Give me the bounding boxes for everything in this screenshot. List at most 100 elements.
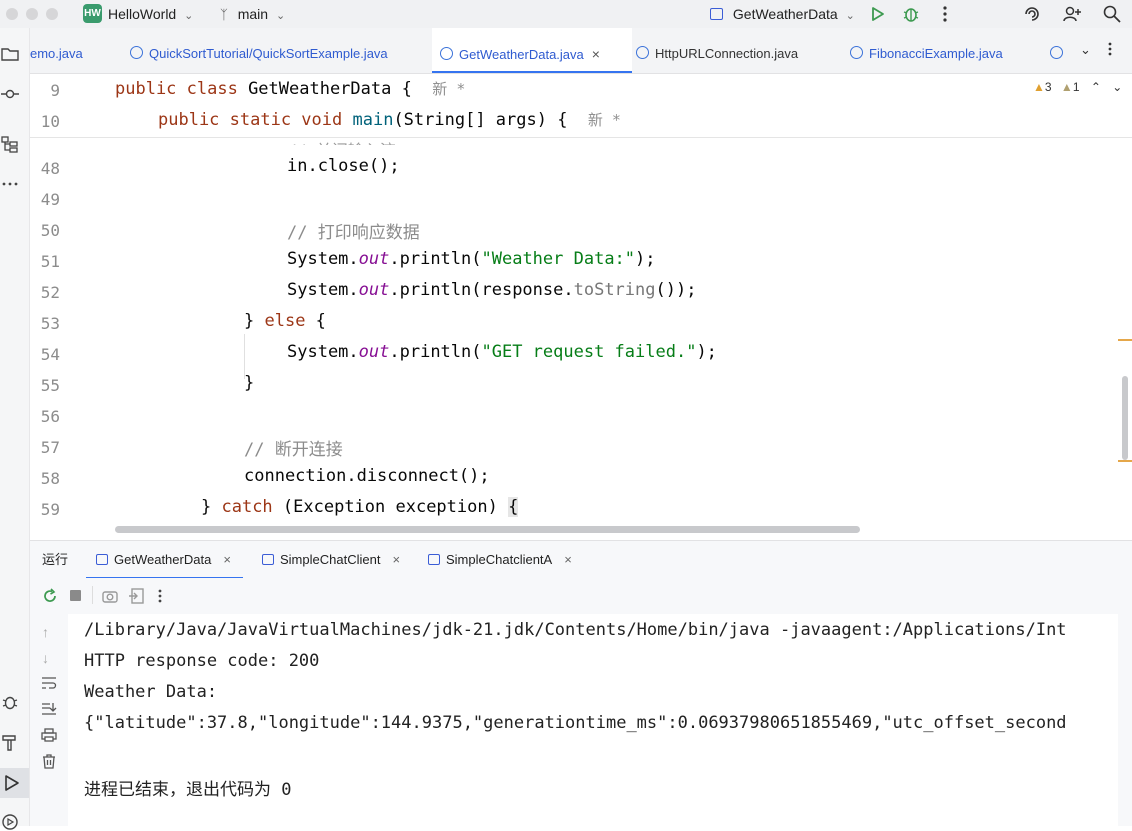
chevron-up-icon[interactable]: ⌃ (1091, 80, 1101, 94)
run-tool-icon (5, 775, 19, 791)
debug-icon[interactable] (901, 4, 921, 24)
code-comment: // 断开连接 (244, 440, 343, 460)
console-line: /Library/Java/JavaVirtualMachines/jdk-21… (84, 620, 1067, 640)
folder-icon[interactable] (1, 45, 19, 63)
soft-wrap-icon[interactable] (41, 676, 57, 690)
run-tab-label: SimpleChatClient (280, 552, 381, 567)
run-icon[interactable] (867, 4, 887, 24)
project-selector[interactable]: HelloWorld ⌄ (108, 5, 193, 23)
arrow-down-icon[interactable]: ↓ (42, 650, 49, 666)
tab-label: GetWeatherData.java (459, 47, 584, 62)
java-class-icon (1050, 46, 1063, 59)
tabs-more-icon[interactable] (1104, 40, 1116, 58)
window-zoom-button[interactable] (46, 8, 58, 20)
code-line: System.out.println("GET request failed."… (287, 342, 717, 362)
console-line: {"latitude":37.8,"longitude":144.9375,"g… (84, 713, 1067, 733)
chevron-down-icon[interactable]: ⌄ (1112, 80, 1122, 94)
line-number: 56 (40, 407, 60, 426)
run-tab-simplechatclienta[interactable]: SimpleChatclientA × (428, 541, 572, 579)
vertical-scrollbar-thumb[interactable] (1122, 376, 1128, 460)
git-branch-icon: ᛉ (220, 7, 228, 22)
more-vertical-icon[interactable] (154, 587, 166, 605)
tab-httpurlconnection[interactable]: HttpURLConnection.java (636, 28, 836, 73)
weak-warning-count: 1 (1072, 80, 1080, 94)
run-panel-header: 运行 GetWeatherData × SimpleChatClient × Sim… (30, 540, 1132, 579)
scroll-to-end-icon[interactable] (41, 702, 57, 716)
tab-quicksort-example[interactable]: QuickSortTutorial/QuickSortExample.java (130, 28, 430, 73)
horizontal-scrollbar-thumb[interactable] (115, 526, 860, 533)
stop-icon[interactable] (70, 590, 81, 601)
title-bar: HW HelloWorld ⌄ ᛉ main ⌄ GetWeatherData … (0, 0, 1132, 29)
line-number: 50 (40, 221, 60, 240)
tab-fibonacci-example[interactable]: FibonacciExample.java (850, 28, 1030, 73)
sticky-scope-header: 9 public class GetWeatherData { 新 * 10 p… (30, 74, 1132, 138)
run-toolbar (30, 578, 1132, 615)
arrow-up-icon[interactable]: ↑ (42, 624, 49, 640)
tab-overflow-class[interactable] (1050, 28, 1070, 73)
rerun-icon[interactable] (42, 588, 58, 604)
structure-icon[interactable] (1, 135, 19, 153)
console-output[interactable]: /Library/Java/JavaVirtualMachines/jdk-21… (68, 614, 1118, 826)
chevron-down-icon: ⌄ (184, 10, 194, 22)
console-line: HTTP response code: 200 (84, 651, 320, 671)
code-comment: // 打印响应数据 (287, 223, 420, 243)
trash-icon[interactable] (41, 754, 57, 769)
window-close-button[interactable] (6, 8, 18, 20)
services-icon[interactable] (1, 813, 19, 831)
tab-label: FibonacciExample.java (869, 46, 1003, 61)
code-line: } (244, 373, 255, 393)
branch-name: main (237, 6, 269, 22)
build-hammer-icon[interactable] (1, 733, 19, 751)
run-tab-getweatherdata[interactable]: GetWeatherData × (86, 541, 243, 579)
app-icon (710, 8, 723, 20)
left-tool-strip (0, 28, 30, 830)
debug-tool-icon[interactable] (1, 693, 19, 711)
tab-list-chevron-icon[interactable]: ⌄ (1080, 42, 1091, 58)
close-icon[interactable]: × (223, 552, 231, 567)
code-line: System.out.println(response.toString()); (287, 280, 697, 300)
editor-tab-bar: emo.java QuickSortTutorial/QuickSortExam… (30, 28, 1132, 74)
close-icon[interactable]: × (592, 46, 600, 62)
tab-label: emo.java (30, 46, 83, 61)
close-icon[interactable]: × (392, 552, 400, 567)
camera-icon[interactable] (102, 588, 118, 604)
add-user-icon[interactable] (1062, 4, 1082, 24)
window-minimize-button[interactable] (26, 8, 38, 20)
code-line: in.close(); (287, 156, 400, 176)
chevron-down-icon: ⌄ (275, 10, 286, 22)
commit-icon[interactable] (1, 85, 19, 103)
line-number: 49 (40, 190, 60, 209)
java-class-icon (440, 47, 453, 60)
inspection-widget[interactable]: ▲3 ▲1 ⌃ ⌄ (1033, 80, 1122, 94)
exit-icon[interactable] (129, 588, 145, 604)
close-icon[interactable]: × (564, 552, 572, 567)
scroll-marker (1118, 460, 1132, 462)
tab-demo-java[interactable]: emo.java (30, 28, 100, 73)
warning-count: 3 (1044, 80, 1052, 94)
sticky-line: public static void main(String[] args) {… (158, 110, 621, 130)
code-editor[interactable]: 48 in.close(); 49 50 // 打印响应数据 51 System… (30, 74, 1132, 540)
project-badge: HW (83, 4, 102, 23)
console-scrollbar[interactable] (1118, 614, 1132, 826)
tab-getweatherdata[interactable]: GetWeatherData.java × (432, 28, 632, 73)
line-number: 53 (40, 314, 60, 333)
more-horizontal-icon[interactable] (1, 175, 19, 193)
partial-comment: // 关闭输入流 (287, 137, 396, 145)
more-vertical-icon[interactable] (935, 4, 955, 24)
run-tool-button[interactable] (0, 768, 29, 798)
weak-warning-icon: ▲ (1060, 80, 1073, 94)
print-icon[interactable] (41, 728, 57, 742)
code-line: System.out.println("Weather Data:"); (287, 249, 656, 269)
ai-assistant-icon[interactable] (1022, 4, 1042, 24)
search-icon[interactable] (1102, 4, 1122, 24)
tab-label: HttpURLConnection.java (655, 46, 799, 61)
java-class-icon (850, 46, 863, 59)
line-number: 57 (40, 438, 60, 457)
toolbar-divider (92, 586, 93, 604)
indent-guide (244, 334, 245, 379)
line-number: 58 (40, 469, 60, 488)
run-tab-simplechatclient[interactable]: SimpleChatClient × (262, 541, 400, 579)
branch-selector[interactable]: ᛉ main ⌄ (220, 5, 285, 23)
run-panel-title: 运行 (42, 552, 69, 567)
run-config-selector[interactable]: GetWeatherData ⌄ (710, 5, 855, 23)
